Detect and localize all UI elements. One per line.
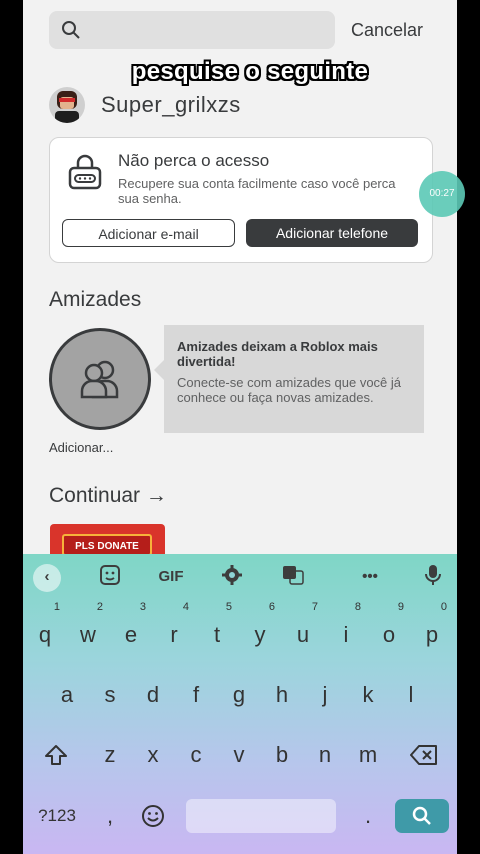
card-description: Recupere sua conta facilmente caso você … [118,176,396,206]
account-recovery-card: Não perca o acesso Recupere sua conta fa… [49,137,433,263]
symbols-key[interactable]: ?123 [31,793,83,839]
key-i[interactable]: 8i [327,602,365,658]
card-title: Não perca o acesso [118,151,270,170]
key-d[interactable]: d [134,672,172,718]
key-j[interactable]: j [306,672,344,718]
key-z[interactable]: z [91,732,129,778]
microphone-icon[interactable] [421,564,445,590]
key-m[interactable]: m [349,732,387,778]
add-phone-button[interactable]: Adicionar telefone [246,219,418,247]
key-q[interactable]: 1q [26,602,64,658]
key-t[interactable]: 5t [198,602,236,658]
key-b[interactable]: b [263,732,301,778]
tip-body: Conecte-se com amizades que você já conh… [177,375,402,405]
key-p[interactable]: 0p [413,602,451,658]
key-h[interactable]: h [263,672,301,718]
key-c[interactable]: c [177,732,215,778]
key-a[interactable]: a [48,672,86,718]
friends-section-title: Amizades [49,288,142,311]
cancel-button[interactable]: Cancelar [351,20,423,41]
username: Super_grilxzs [101,92,241,117]
chevron-left-icon[interactable]: ‹ [33,564,61,592]
video-caption: pesquise o seguinte [131,58,369,85]
key-g[interactable]: g [220,672,258,718]
shift-icon[interactable] [37,732,75,778]
friends-tip: Amizades deixam a Roblox mais divertida!… [164,325,424,433]
tip-title: Amizades deixam a Roblox mais divertida! [177,339,378,369]
gif-button[interactable]: GIF [153,564,189,590]
search-key[interactable] [395,799,449,833]
sticker-icon[interactable] [97,564,123,590]
continue-section-title[interactable]: Continuar → [49,484,167,508]
more-options-button[interactable]: ••• [355,564,385,590]
left-black-bar [0,0,23,854]
lock-icon [68,154,102,190]
add-email-button[interactable]: Adicionar e-mail [62,219,235,247]
recording-timer[interactable]: 00:27 [419,171,465,217]
key-f[interactable]: f [177,672,215,718]
tip-pointer [154,360,164,380]
emoji-icon[interactable] [134,793,172,839]
friends-icon [80,360,119,399]
key-w[interactable]: 2w [69,602,107,658]
keyboard-toolbar: ‹ GIF ••• [23,554,457,600]
key-k[interactable]: k [349,672,387,718]
key-v[interactable]: v [220,732,258,778]
space-bar[interactable] [186,799,336,833]
search-key-icon [412,806,431,825]
translate-icon[interactable] [280,564,306,590]
key-y[interactable]: 6y [241,602,279,658]
backspace-icon[interactable] [404,732,444,778]
key-x[interactable]: x [134,732,172,778]
key-s[interactable]: s [91,672,129,718]
key-o[interactable]: 9o [370,602,408,658]
key-e[interactable]: 3e [112,602,150,658]
search-icon [62,21,80,39]
key-period[interactable]: . [349,793,387,839]
gear-icon[interactable] [219,564,245,590]
key-l[interactable]: l [392,672,430,718]
avatar[interactable] [49,87,85,123]
add-friends-button[interactable] [49,328,151,430]
game-thumbnail[interactable]: PLS DONATE [50,524,165,554]
right-black-bar [457,0,480,854]
search-input[interactable] [49,11,335,49]
avatar-image [55,91,79,123]
add-friends-label: Adicionar... [49,440,114,455]
key-u[interactable]: 7u [284,602,322,658]
key-comma[interactable]: , [91,793,129,839]
keyboard: ‹ GIF ••• 1q 2w 3e 4r 5t 6y 7u 8i 9o 0p … [23,554,457,854]
key-n[interactable]: n [306,732,344,778]
key-r[interactable]: 4r [155,602,193,658]
game-thumbnail-text: PLS DONATE [62,534,152,554]
